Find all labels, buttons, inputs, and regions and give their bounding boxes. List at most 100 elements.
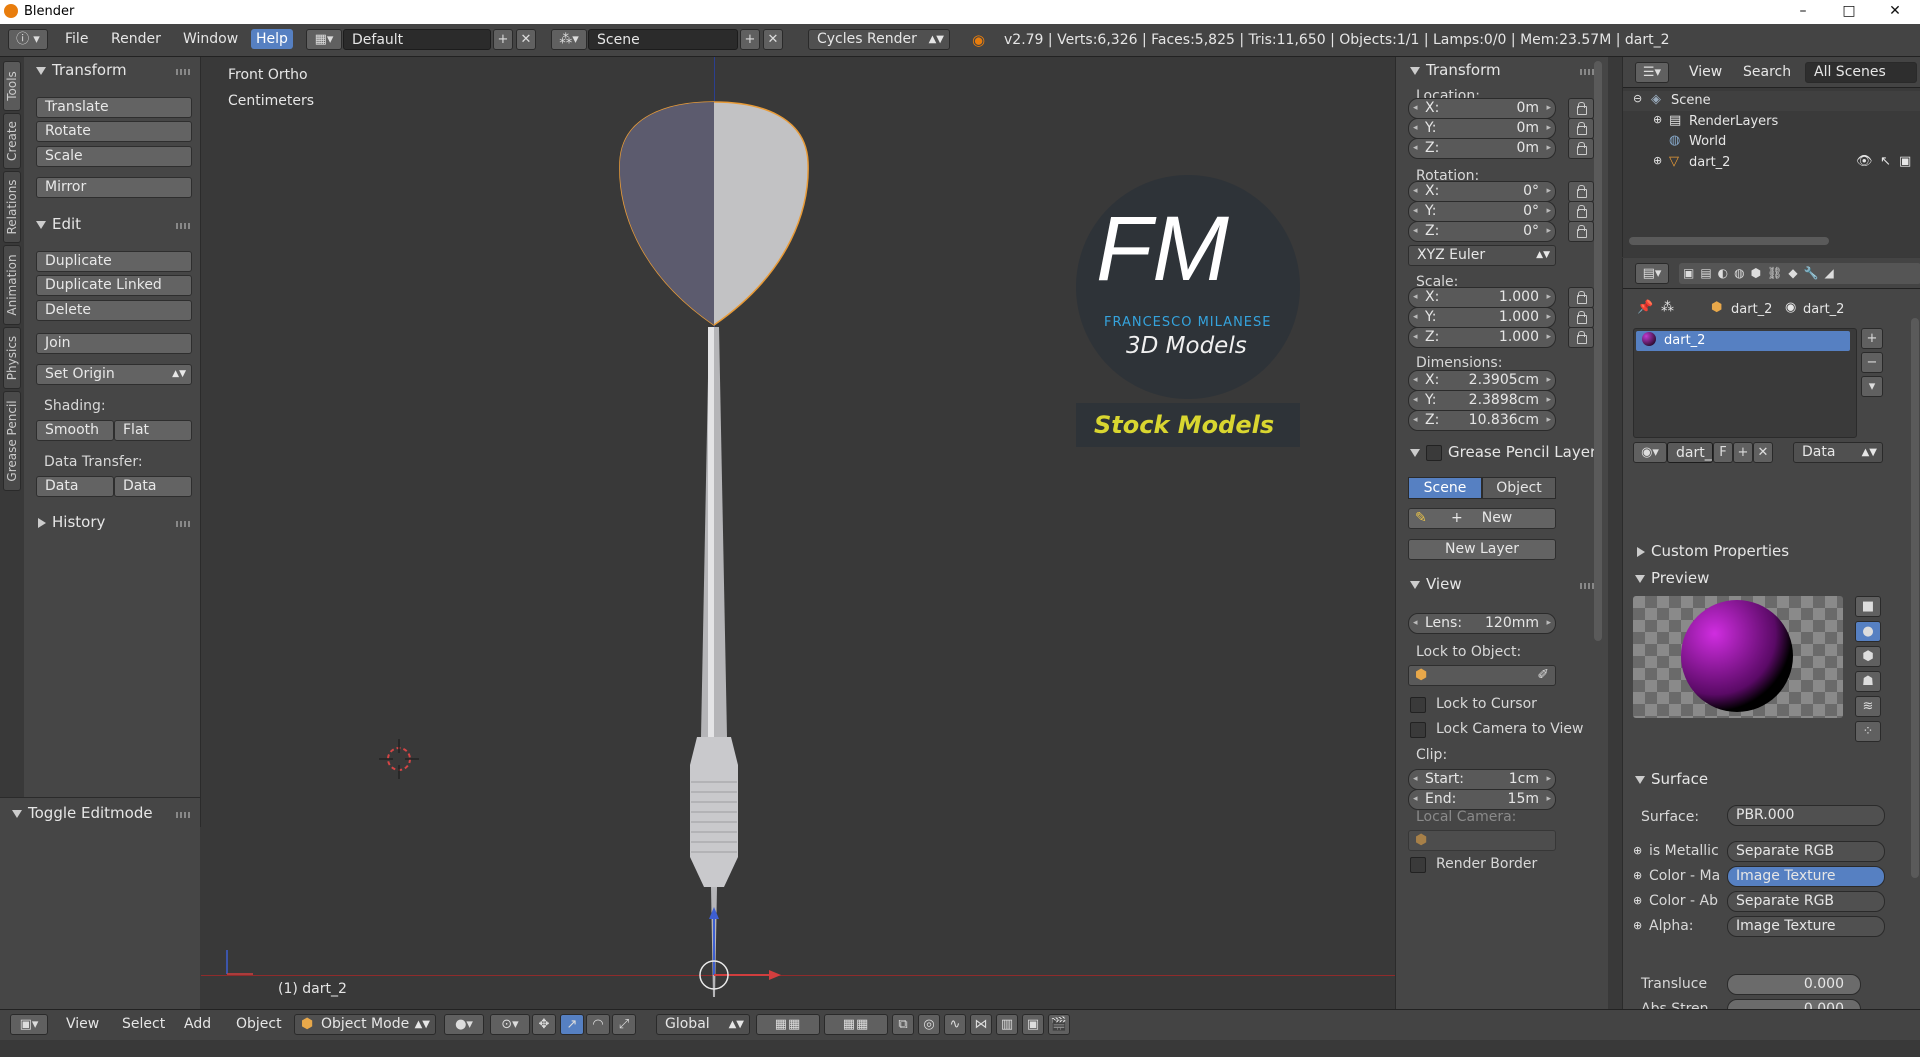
preview-hair-icon[interactable]: ≋ [1855,696,1881,717]
scale-x-lock-icon[interactable] [1568,287,1594,308]
gp-object-toggle[interactable]: Object [1482,477,1556,499]
dimension-y-field[interactable]: ◂ Y: 2.3898cm ▸ [1408,390,1556,411]
preview-sphere-icon[interactable]: ● [1855,621,1881,642]
falloff-icon[interactable]: ∿ [944,1014,966,1035]
surface-input-dropdown[interactable]: Separate RGB [1727,891,1885,912]
preview-monkey-icon[interactable]: ☗ [1855,671,1881,692]
surface-input-dropdown[interactable]: Image Texture [1727,916,1885,937]
tab-relations[interactable]: Relations [3,171,21,243]
render-engine-dropdown[interactable]: Cycles Render ▲▼ [808,29,950,50]
dimension-x-field[interactable]: ◂ X: 2.3905cm ▸ [1408,370,1556,391]
rotation-z-field[interactable]: ◂ Z: 0° ▸ [1408,221,1556,242]
preview-spheres-icon[interactable]: ⁘ [1855,721,1881,742]
preview-cube-icon[interactable]: ⬢ [1855,646,1881,667]
expand-input-icon[interactable]: ⊕ [1633,919,1642,932]
lock-object-field[interactable]: ⬢ ✐ [1408,665,1556,686]
view-panel-header[interactable]: View [1410,575,1462,593]
delete-button[interactable]: Delete [36,300,192,321]
3d-viewport[interactable]: Front Ortho Centimeters (1) dart_2 FM FR… [201,57,1395,1009]
scale-z-field[interactable]: ◂ Z: 1.000 ▸ [1408,327,1556,348]
panel-grip-icon[interactable] [176,69,190,75]
render-camera-icon[interactable]: ▣ [1899,154,1911,169]
translate-manipulator-icon[interactable]: ↗ [560,1014,584,1035]
render-border-checkbox[interactable] [1410,857,1426,873]
rotation-x-lock-icon[interactable] [1568,181,1594,202]
join-button[interactable]: Join [36,333,192,354]
panel-grip-icon[interactable] [1580,583,1594,589]
expand-input-icon[interactable]: ⊕ [1633,894,1642,907]
surface-input-dropdown[interactable]: Image Texture [1727,866,1885,887]
lens-field[interactable]: ◂ Lens: 120mm ▸ [1408,613,1556,634]
expand-input-icon[interactable]: ⊕ [1633,869,1642,882]
add-scene-icon[interactable]: + [740,29,760,50]
pin-icon[interactable]: 📌 [1637,300,1653,315]
layers-first-block[interactable]: ▦▦ [756,1014,820,1035]
3d-cursor-icon[interactable] [377,737,421,781]
view-menu[interactable]: View [66,1016,99,1032]
expand-icon[interactable]: ⊕ [1653,113,1662,126]
toggle-editmode-header[interactable]: Toggle Editmode [12,804,153,822]
layers-second-block[interactable]: ▦▦ [824,1014,888,1035]
opengl-render-icon[interactable]: ▣ [1022,1014,1044,1035]
fake-user-toggle[interactable]: F [1713,442,1733,463]
menu-render[interactable]: Render [111,31,161,47]
lock-layers-icon[interactable]: ⧉ [892,1014,914,1035]
properties-editor-icon[interactable]: ▤▾ [1635,263,1669,284]
location-y-lock-icon[interactable] [1568,118,1594,139]
tab-animation[interactable]: Animation [3,245,21,325]
panel-grip-icon[interactable] [176,223,190,229]
location-x-lock-icon[interactable] [1568,98,1594,119]
transform-panel-header[interactable]: Transform [36,61,127,79]
translate-button[interactable]: Translate [36,97,192,118]
object-origin-gizmo[interactable] [681,897,801,1007]
outliner-row-renderlayers[interactable]: ⊕ ▤ RenderLayers [1623,112,1920,132]
location-z-field[interactable]: ◂ Z: 0m ▸ [1408,138,1556,159]
browse-material-icon[interactable]: ◉▾ [1633,442,1667,463]
material-slot-row[interactable]: dart_2 [1636,331,1850,351]
collapse-icon[interactable]: ⊖ [1633,92,1642,105]
menu-file[interactable]: File [65,31,88,47]
tab-create[interactable]: Create [3,113,21,169]
rotate-manipulator-icon[interactable]: ◠ [586,1014,610,1035]
data-layout-button[interactable]: Data Layo [114,476,192,497]
clip-start-field[interactable]: ◂ Start: 1cm ▸ [1408,769,1556,790]
layout-field[interactable]: Default [343,29,491,50]
info-editor-icon[interactable]: ⓘ ▾ [8,29,48,50]
editor-type-icon[interactable]: ▣▾ [10,1014,48,1035]
layout-icon[interactable]: ▦▾ [306,29,342,50]
lock-cursor-checkbox[interactable] [1410,697,1426,713]
remove-scene-icon[interactable]: ✕ [763,29,783,50]
tab-tools[interactable]: Tools [3,61,21,111]
outliner-view-menu[interactable]: View [1689,64,1722,80]
outliner-editor-icon[interactable]: ☰▾ [1635,62,1669,83]
rotate-button[interactable]: Rotate [36,121,192,142]
rotation-y-field[interactable]: ◂ Y: 0° ▸ [1408,201,1556,222]
expand-icon[interactable]: ⊕ [1653,154,1662,167]
n-transform-header[interactable]: Transform [1410,61,1501,79]
transluce-field[interactable]: 0.000 [1727,974,1861,995]
unlink-material-icon[interactable]: ✕ [1753,442,1773,463]
rotation-x-field[interactable]: ◂ X: 0° ▸ [1408,181,1556,202]
n-panel-scrollbar[interactable] [1594,61,1602,641]
select-menu[interactable]: Select [122,1016,165,1032]
local-camera-field[interactable]: ⬢ [1408,830,1556,851]
clip-end-field[interactable]: ◂ End: 15m ▸ [1408,789,1556,810]
expand-input-icon[interactable]: ⊕ [1633,844,1642,857]
visibility-eye-icon[interactable]: 👁 [1856,154,1873,169]
add-slot-icon[interactable]: + [1861,328,1883,349]
viewport-shading-icon[interactable]: ●▾ [444,1014,484,1035]
rotation-z-lock-icon[interactable] [1568,221,1594,242]
material-link-dropdown[interactable]: Data ▲▼ [1793,442,1883,463]
properties-scrollbar[interactable] [1911,318,1919,878]
manipulator-toggle-icon[interactable]: ✥ [532,1014,556,1035]
outliner-search-menu[interactable]: Search [1743,64,1791,80]
gp-new-layer-button[interactable]: New Layer [1408,539,1556,560]
scale-y-lock-icon[interactable] [1568,307,1594,328]
location-y-field[interactable]: ◂ Y: 0m ▸ [1408,118,1556,139]
custom-props-header[interactable]: Custom Properties [1637,542,1789,560]
scale-z-lock-icon[interactable] [1568,327,1594,348]
scale-button[interactable]: Scale [36,146,192,167]
menu-help[interactable]: Help [251,29,293,49]
gp-new-button[interactable]: ✎ + New [1408,508,1556,529]
material-name-field[interactable]: dart_ [1667,442,1713,463]
